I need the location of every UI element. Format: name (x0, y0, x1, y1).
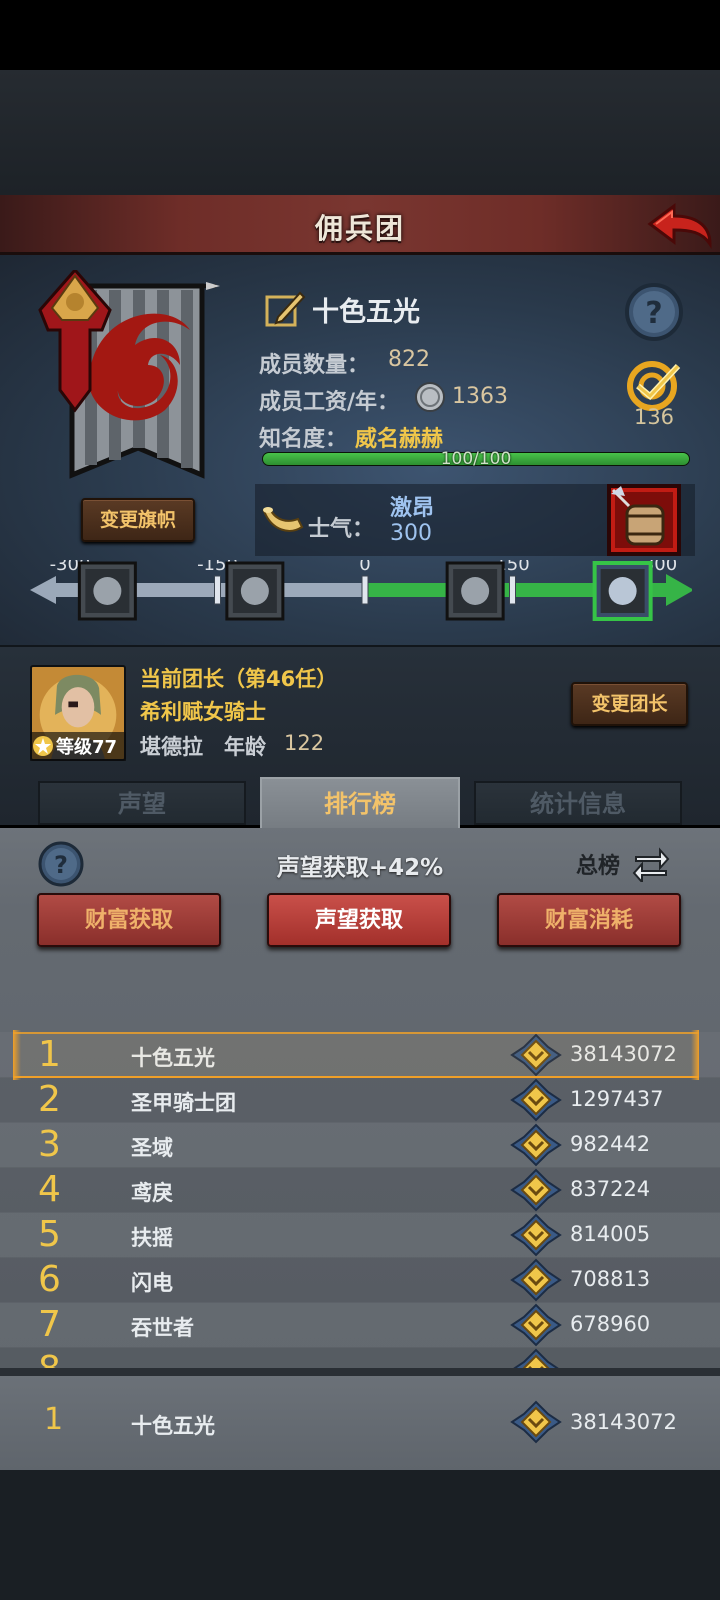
ranking-row[interactable]: 2 圣甲骑士团 1297437 (0, 1077, 720, 1123)
bottom-backdrop (0, 1470, 720, 1600)
rank-number: 8 (38, 1349, 61, 1368)
rank-score: 982442 (570, 1132, 651, 1156)
change-flag-button[interactable]: 变更旗帜 (81, 498, 195, 542)
change-leader-button[interactable]: 变更团长 (571, 682, 688, 726)
highlight-edge (691, 1030, 699, 1080)
ranking-row[interactable]: 3 圣域 982442 (0, 1122, 720, 1168)
morale-value: 300 (390, 521, 432, 546)
morale-scale: -300 -150 0 150 300 (30, 560, 692, 621)
guild-name: 扶摇 (131, 1226, 173, 1250)
my-rank-row[interactable]: 1 十色五光 38143072 (0, 1376, 720, 1470)
rank-score: 708813 (570, 1267, 651, 1291)
ranking-list: 1 十色五光 38143072 2 圣甲骑士团 1297437 3 圣域 982442 4 鸢戾 83… (0, 1032, 720, 1368)
horn-icon (262, 507, 304, 532)
leader-title: 当前团长（第46任） (140, 667, 338, 691)
filter-reputation-gain-button[interactable]: 声望获取 (267, 893, 451, 947)
leader-class: 希利赋女骑士 (140, 700, 266, 724)
silver-coin-icon (415, 382, 445, 412)
morale-label: 士气： (308, 517, 375, 542)
achievement-count: 136 (633, 405, 675, 429)
reputation-shield-icon (510, 1258, 562, 1302)
scale-tick (214, 575, 221, 605)
rank-number: 1 (44, 1402, 64, 1437)
rank-score: 837224 (570, 1177, 651, 1201)
despair-icon-glyph (240, 577, 269, 605)
tab-leaderboard[interactable]: 排行榜 (260, 777, 460, 829)
tab-statistics[interactable]: 统计信息 (474, 781, 682, 825)
rank-number: 3 (38, 1124, 61, 1165)
ranking-row[interactable]: 6 闪电 708813 (0, 1257, 720, 1303)
achievement-target-icon[interactable] (622, 356, 686, 412)
rank-number: 7 (38, 1304, 61, 1345)
reputation-shield-icon (510, 1213, 562, 1257)
ranking-row[interactable]: 8 (0, 1347, 720, 1368)
reputation-shield-icon (510, 1303, 562, 1347)
rank-number: 2 (38, 1079, 61, 1120)
guild-name: 闪电 (131, 1271, 173, 1295)
svg-text:?: ? (645, 296, 662, 331)
ranking-row[interactable]: 7 吞世者 678960 (0, 1302, 720, 1348)
leader-level: 等级77 (56, 737, 118, 758)
scale-tick (509, 575, 516, 605)
swap-arrows-icon[interactable] (632, 846, 670, 882)
leader-age-label: 年龄 (224, 735, 266, 759)
salary-label: 成员工资/年： (259, 390, 400, 415)
page-title: 佣兵团 (314, 212, 405, 245)
scale-tick (361, 575, 369, 605)
rank-score: 678960 (570, 1312, 651, 1336)
ranking-row[interactable]: 5 扶摇 814005 (0, 1212, 720, 1258)
barrel-axe-icon[interactable] (607, 484, 681, 556)
guild-banner-icon (38, 270, 220, 479)
rank-score: 38143072 (570, 1410, 677, 1434)
rank-score: 1297437 (570, 1087, 664, 1111)
guild-name: 十色五光 (131, 1414, 215, 1438)
rank-number: 6 (38, 1259, 61, 1300)
status-bar-area (0, 0, 720, 70)
reputation-shield-icon (510, 1078, 562, 1122)
filter-wealth-gain-button[interactable]: 财富获取 (37, 893, 221, 947)
ranking-row[interactable]: 4 鸢戾 837224 (0, 1167, 720, 1213)
header-bar: 佣兵团 (0, 195, 720, 255)
tab-bar: 声望 排行榜 统计信息 (30, 777, 690, 829)
my-guild-highlight (13, 1032, 699, 1078)
guild-name: 吞世者 (131, 1316, 194, 1340)
fame-progress-text: 100/100 (440, 449, 512, 469)
banner-icon-glyph (608, 577, 637, 605)
morale-state: 激昂 (390, 496, 435, 521)
ranking-scope-label[interactable]: 总榜 (576, 848, 620, 880)
edit-icon[interactable] (264, 287, 306, 329)
reputation-shield-icon (510, 1400, 562, 1444)
back-arrow-icon[interactable] (644, 200, 714, 252)
reputation-shield-icon (510, 1168, 562, 1212)
filter-wealth-spend-button[interactable]: 财富消耗 (497, 893, 681, 947)
guild-name: 鸢戾 (131, 1181, 173, 1205)
calm-icon-glyph (461, 577, 490, 605)
rank-number: 4 (38, 1169, 61, 1210)
reputation-shield-icon (510, 1123, 562, 1167)
tab-reputation[interactable]: 声望 (38, 781, 246, 825)
guild-name: 十色五光 (312, 297, 420, 328)
leader-age: 122 (284, 731, 325, 755)
scale-tick-label: 0 (359, 560, 370, 575)
help-icon[interactable]: ? (624, 282, 684, 342)
rank-score: 814005 (570, 1222, 651, 1246)
eye-icon-glyph (93, 577, 122, 605)
salary-value: 1363 (452, 384, 508, 409)
members-count: 822 (388, 347, 430, 372)
highlight-edge (13, 1030, 21, 1080)
guild-name: 圣甲骑士团 (131, 1091, 236, 1115)
guild-name: 圣域 (131, 1136, 173, 1160)
divider (0, 1368, 720, 1376)
leader-name: 堪德拉 (140, 735, 203, 759)
rank-number: 5 (38, 1214, 61, 1255)
members-label: 成员数量： (259, 353, 370, 378)
top-backdrop (0, 70, 720, 195)
reputation-shield-icon (513, 1348, 559, 1368)
